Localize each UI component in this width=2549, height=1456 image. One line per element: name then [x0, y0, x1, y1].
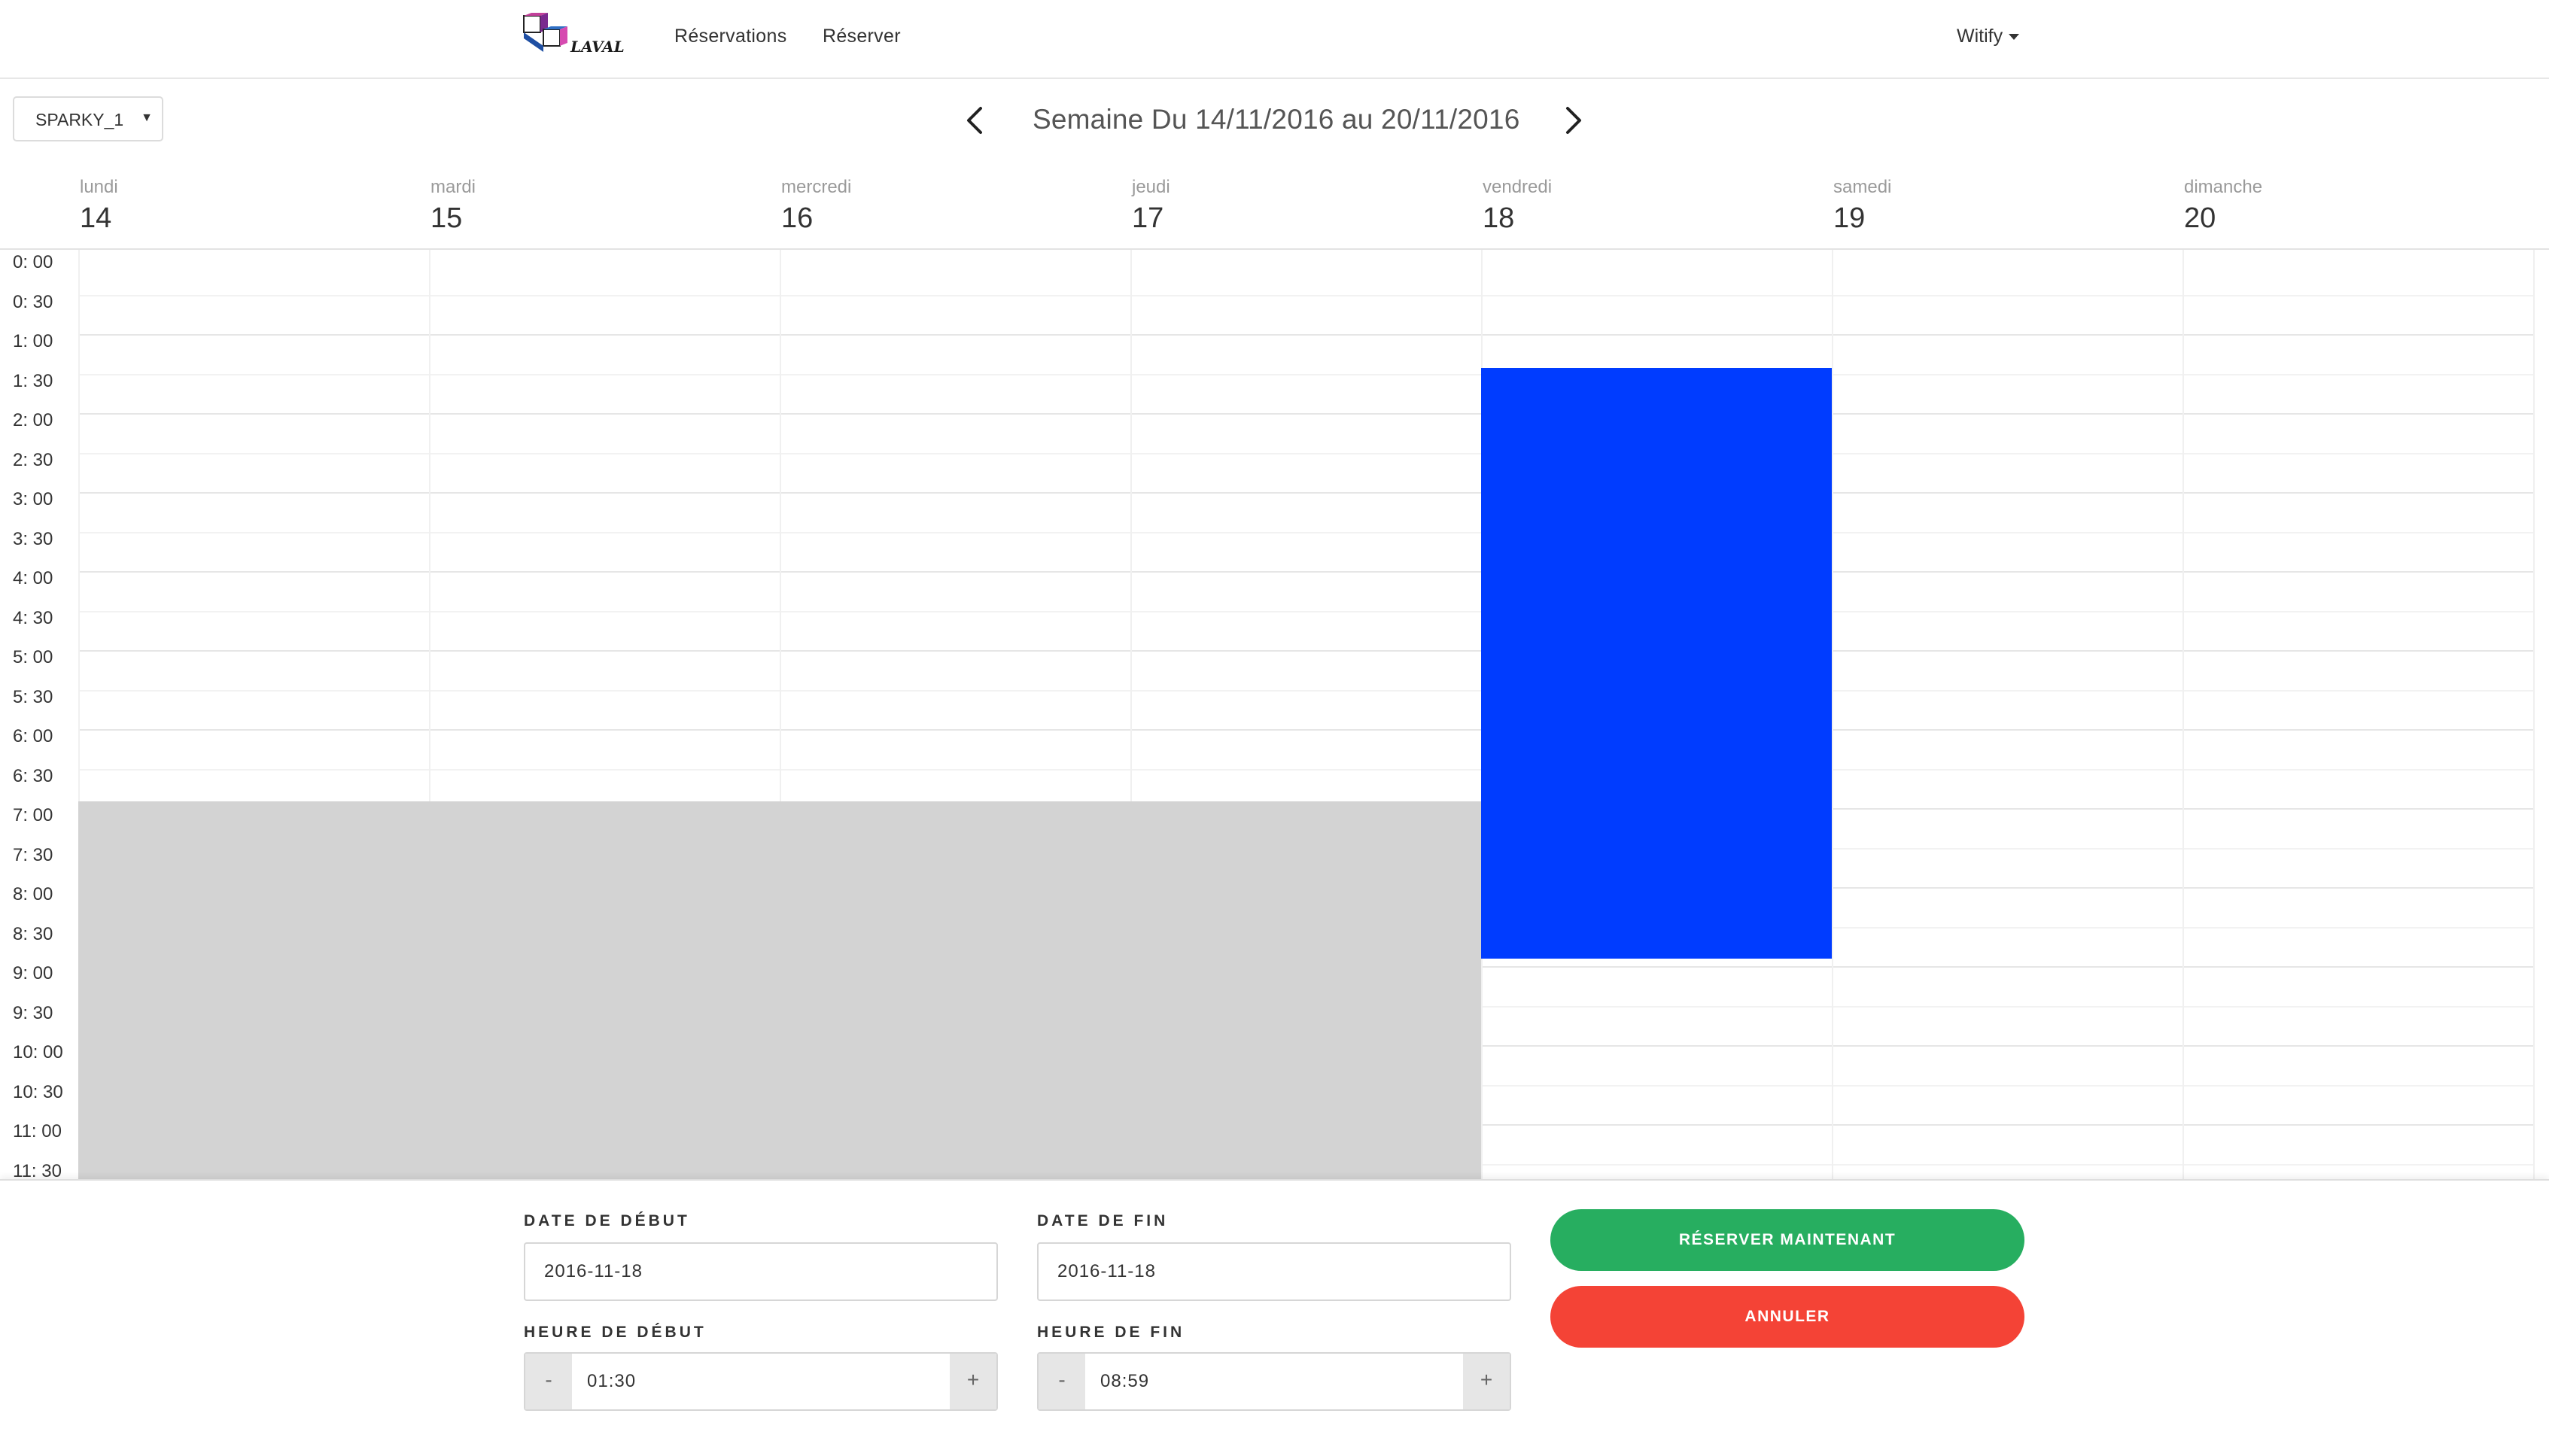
day-number: 16 — [781, 202, 814, 234]
start-time-increment-button[interactable]: + — [950, 1354, 996, 1409]
time-label: 9: 00 — [13, 963, 53, 983]
day-number: 17 — [1132, 202, 1164, 234]
start-date-label: DATE DE DÉBUT — [524, 1212, 690, 1230]
nav-link-reserver[interactable]: Réserver — [823, 26, 901, 47]
end-time-increment-button[interactable]: + — [1463, 1354, 1510, 1409]
time-label: 11: 00 — [13, 1121, 62, 1141]
top-navbar: LAVAL Réservations Réserver Witify — [0, 0, 2549, 79]
time-grid-line — [78, 373, 2533, 375]
end-date-field[interactable]: 2016-11-18 — [1037, 1242, 1511, 1301]
reservation-form: DATE DE DÉBUT 2016-11-18 DATE DE FIN 201… — [0, 1179, 2549, 1456]
day-name: mardi — [430, 177, 476, 197]
selected-reservation-block[interactable] — [1481, 368, 1832, 959]
day-header-mardi: mardi 15 — [430, 177, 476, 235]
day-header-dimanche: dimanche 20 — [2184, 177, 2262, 235]
day-name: vendredi — [1483, 177, 1553, 197]
days-header: lundi 14 mardi 15 mercredi 16 jeudi 17 vendr… — [0, 162, 2549, 250]
day-number: 14 — [80, 202, 112, 234]
end-time-input[interactable]: 08:59 — [1085, 1354, 1463, 1409]
end-date-label: DATE DE FIN — [1037, 1212, 1169, 1230]
day-header-lundi: lundi 14 — [80, 177, 118, 235]
day-header-jeudi: jeudi 17 — [1132, 177, 1170, 235]
time-label: 4: 30 — [13, 607, 53, 628]
day-number: 19 — [1833, 202, 1866, 234]
time-grid-line — [78, 492, 2533, 494]
end-time-decrement-button[interactable]: - — [1039, 1354, 1085, 1409]
time-label: 10: 30 — [13, 1081, 63, 1102]
time-label: 8: 00 — [13, 884, 53, 904]
time-grid-line — [78, 334, 2533, 336]
cancel-button[interactable]: ANNULER — [1550, 1286, 2024, 1348]
time-label: 8: 30 — [13, 923, 53, 944]
time-grid-line — [78, 452, 2533, 454]
time-grid-line — [78, 413, 2533, 415]
start-time-stepper: - 01:30 + — [524, 1352, 998, 1411]
time-grid-line — [78, 531, 2533, 533]
book-now-button[interactable]: RÉSERVER MAINTENANT — [1550, 1209, 2024, 1271]
time-grid-line — [78, 689, 2533, 692]
time-label: 5: 30 — [13, 686, 53, 707]
time-label: 4: 00 — [13, 568, 53, 588]
week-title: Semaine Du 14/11/2016 au 20/11/2016 — [1033, 104, 1520, 135]
day-name: samedi — [1833, 177, 1892, 197]
time-label: 9: 30 — [13, 1002, 53, 1023]
unavailable-period — [78, 801, 1481, 1179]
time-label: 1: 30 — [13, 370, 53, 391]
week-calendar-grid[interactable]: 0: 00 0: 30 1: 00 1: 30 2: 00 2: 30 3: 00 3: 30… — [0, 250, 2549, 1179]
start-time-label: HEURE DE DÉBUT — [524, 1324, 707, 1341]
dropdown-arrow-icon: ▼ — [141, 111, 153, 124]
day-number: 20 — [2184, 202, 2216, 234]
day-name: dimanche — [2184, 177, 2263, 197]
start-time-input[interactable]: 01:30 — [572, 1354, 950, 1409]
time-label: 2: 30 — [13, 449, 53, 470]
svg-text:LAVAL: LAVAL — [570, 38, 625, 56]
time-label: 7: 30 — [13, 844, 53, 865]
previous-week-button[interactable] — [957, 102, 992, 139]
day-header-vendredi: vendredi 18 — [1483, 177, 1552, 235]
time-grid-line — [78, 768, 2533, 771]
day-separator — [1832, 250, 1833, 1179]
time-label: 0: 00 — [13, 252, 53, 272]
time-label: 5: 00 — [13, 647, 53, 667]
time-grid-line — [78, 571, 2533, 573]
time-grid-line — [78, 610, 2533, 612]
time-label: 1: 00 — [13, 331, 53, 351]
time-label: 2: 00 — [13, 410, 53, 430]
time-label: 3: 00 — [13, 489, 53, 509]
time-label: 6: 00 — [13, 726, 53, 746]
day-separator — [2182, 250, 2184, 1179]
day-name: mercredi — [781, 177, 852, 197]
day-header-mercredi: mercredi 16 — [781, 177, 851, 235]
device-select[interactable]: SPARKY_1 ▼ — [13, 96, 163, 141]
time-grid-line — [78, 294, 2533, 296]
end-time-stepper: - 08:59 + — [1037, 1352, 1511, 1411]
day-name: lundi — [80, 177, 118, 197]
device-select-value: SPARKY_1 — [35, 110, 124, 129]
nav-link-reservations[interactable]: Réservations — [674, 26, 787, 47]
start-date-field[interactable]: 2016-11-18 — [524, 1242, 998, 1301]
day-header-samedi: samedi 19 — [1833, 177, 1891, 235]
time-label: 6: 30 — [13, 765, 53, 786]
end-time-label: HEURE DE FIN — [1037, 1324, 1185, 1341]
user-menu[interactable]: Witify — [1957, 26, 2020, 47]
day-separator — [2533, 250, 2535, 1179]
time-label: 7: 00 — [13, 805, 53, 825]
time-label: 11: 30 — [13, 1160, 62, 1180]
day-name: jeudi — [1132, 177, 1170, 197]
time-grid-line — [78, 729, 2533, 731]
start-time-decrement-button[interactable]: - — [525, 1354, 572, 1409]
day-number: 15 — [430, 202, 463, 234]
next-week-button[interactable] — [1556, 102, 1591, 139]
time-label: 0: 30 — [13, 291, 53, 312]
laval-logo[interactable]: LAVAL — [521, 13, 635, 56]
time-label: 10: 00 — [13, 1042, 63, 1062]
day-number: 18 — [1483, 202, 1515, 234]
time-grid-line — [78, 650, 2533, 652]
caret-down-icon — [2009, 34, 2020, 41]
time-label: 3: 30 — [13, 528, 53, 549]
user-name: Witify — [1957, 26, 2003, 47]
